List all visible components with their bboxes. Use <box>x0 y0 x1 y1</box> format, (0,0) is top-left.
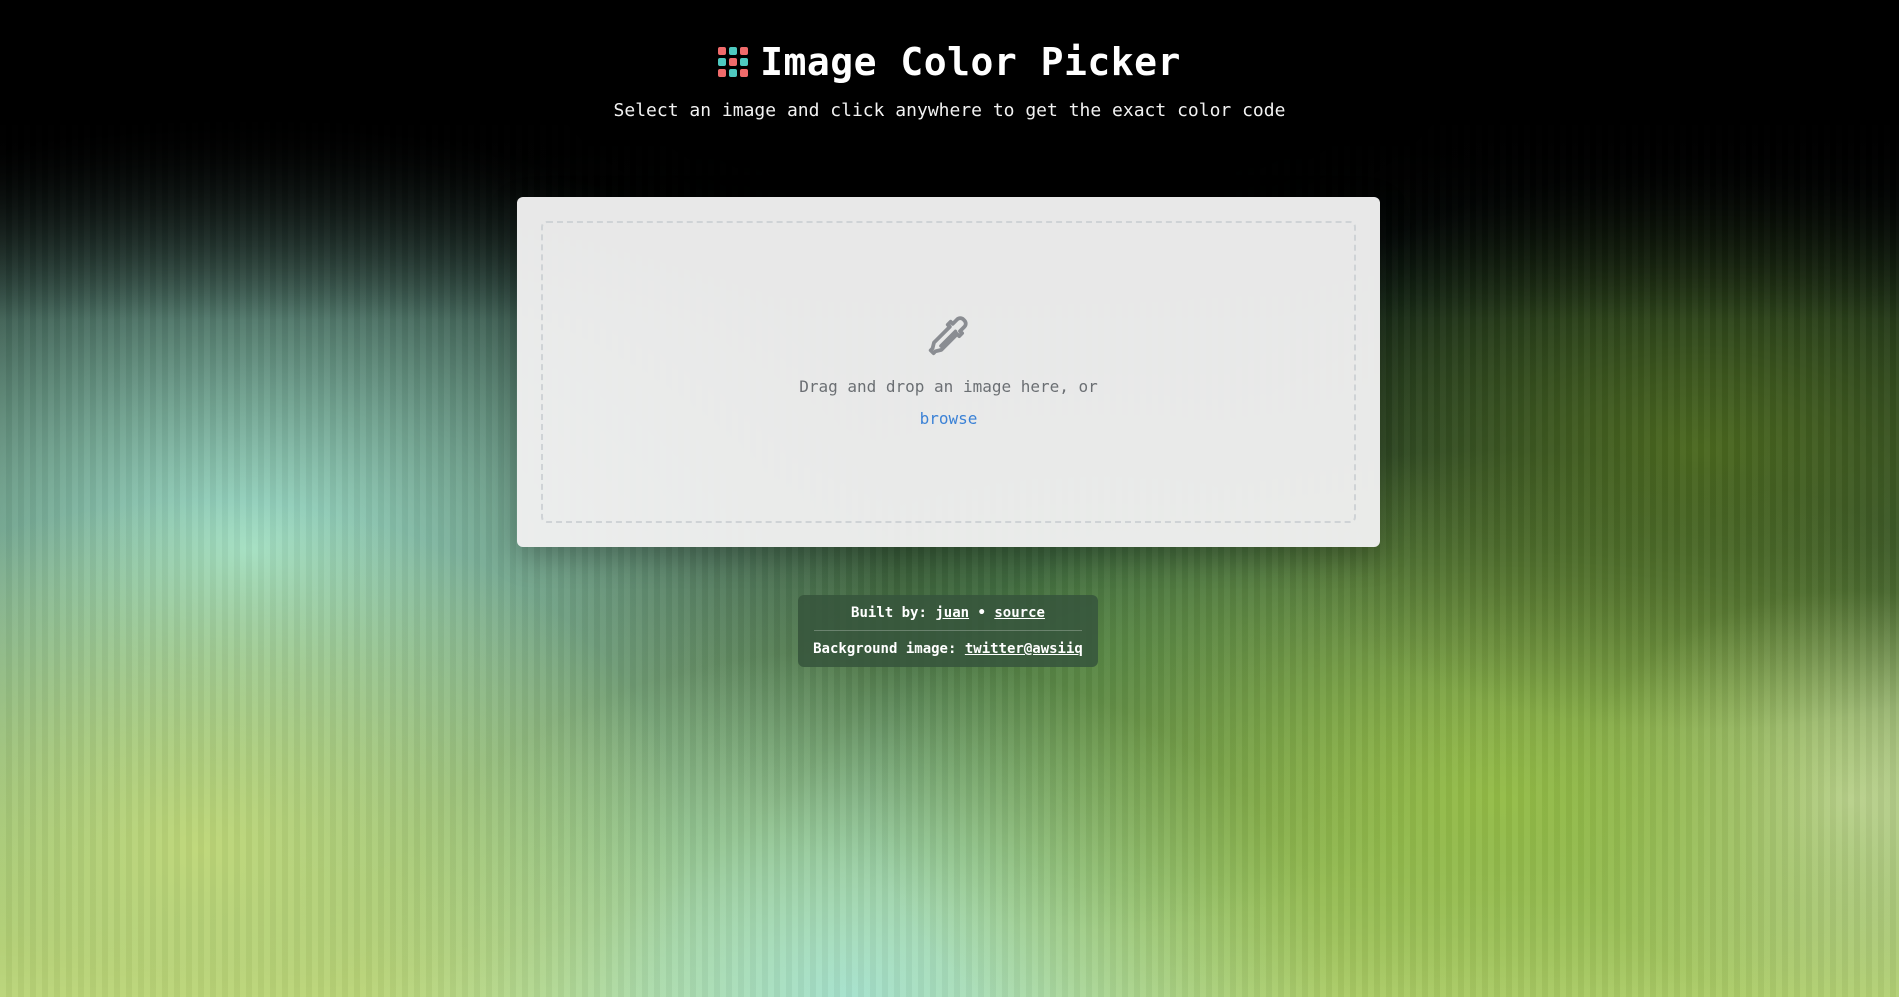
built-by-line: Built by: juan • source <box>798 605 1098 621</box>
source-link[interactable]: source <box>994 605 1045 621</box>
page-subtitle: Select an image and click anywhere to ge… <box>613 100 1286 121</box>
credits-footer: Built by: juan • source Background image… <box>798 595 1098 667</box>
page-header: Image Color Picker Select an image and c… <box>0 40 1899 121</box>
separator-dot: • <box>969 605 995 621</box>
color-grid-icon <box>718 47 749 77</box>
title-row: Image Color Picker <box>718 40 1181 84</box>
eyedropper-icon <box>928 316 968 356</box>
built-by-label: Built by: <box>851 605 936 621</box>
footer-divider <box>814 630 1082 631</box>
upload-card: Drag and drop an image here, or browse <box>517 197 1380 547</box>
background-credit-link[interactable]: twitter@awsiiq <box>965 641 1083 657</box>
background-credit-line: Background image: twitter@awsiiq <box>798 641 1098 657</box>
drop-instructions: Drag and drop an image here, or <box>799 377 1098 396</box>
image-dropzone[interactable]: Drag and drop an image here, or browse <box>541 221 1356 523</box>
author-link[interactable]: juan <box>935 605 969 621</box>
background-credit-label: Background image: <box>813 641 965 657</box>
browse-link[interactable]: browse <box>543 409 1354 428</box>
page-title: Image Color Picker <box>760 40 1181 84</box>
